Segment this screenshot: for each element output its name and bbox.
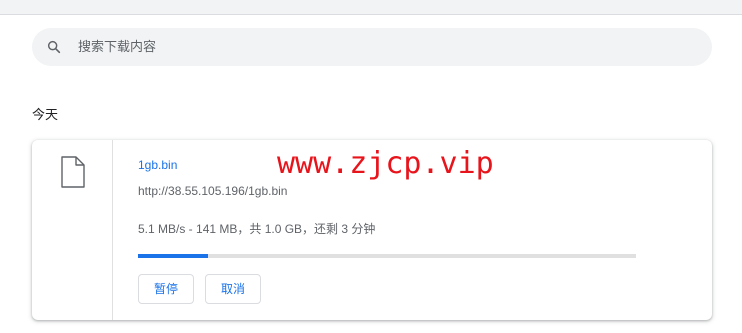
- file-name-link[interactable]: 1gb.bin: [138, 158, 177, 172]
- date-heading: 今天: [32, 108, 59, 123]
- search-icon: [47, 40, 61, 54]
- search-input[interactable]: [78, 28, 678, 66]
- file-url: http://38.55.105.196/1gb.bin: [138, 184, 288, 198]
- cancel-button[interactable]: 取消: [205, 274, 262, 304]
- watermark-text: www.zjcp.vip: [277, 146, 494, 181]
- file-icon-column: [32, 140, 113, 320]
- pause-button[interactable]: 暂停: [138, 274, 195, 304]
- download-progress-bar: [138, 254, 636, 258]
- download-progress-fill: [138, 254, 209, 258]
- download-status: 5.1 MB/s - 141 MB，共 1.0 GB，还剩 3 分钟: [138, 222, 376, 236]
- file-icon: [61, 156, 85, 188]
- top-bar: [0, 0, 742, 15]
- search-box[interactable]: [32, 28, 712, 66]
